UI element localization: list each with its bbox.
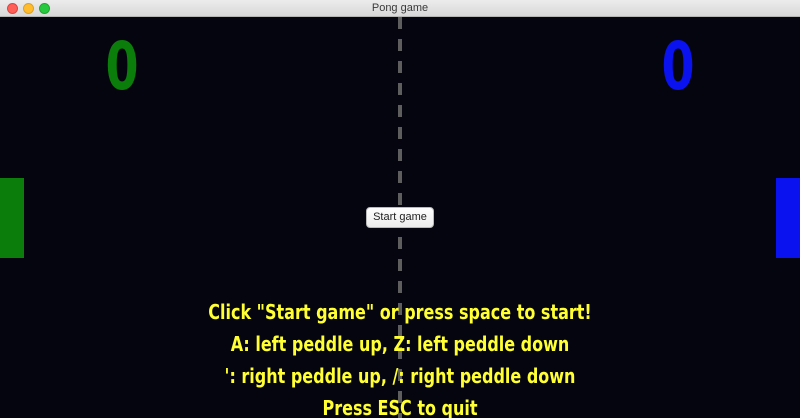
game-court: 0 0 Start game Click "Start game" or pre…	[0, 17, 800, 418]
start-game-button[interactable]: Start game	[366, 207, 434, 228]
instructions-text: Click "Start game" or press space to sta…	[0, 296, 800, 418]
window-title: Pong game	[371, 2, 429, 14]
instruction-line-quit: Press ESC to quit	[322, 396, 478, 418]
right-paddle	[776, 178, 800, 258]
right-player-score: 0	[661, 28, 695, 105]
left-player-score: 0	[105, 28, 139, 105]
instruction-line-right-controls: ': right peddle up, /: right peddle down	[224, 364, 576, 388]
instruction-line-left-controls: A: left peddle up, Z: left peddle down	[230, 332, 570, 356]
title-bar[interactable]: Pong game	[0, 0, 800, 17]
pong-window: Pong game 0 0 Start game Click "Start ga…	[0, 0, 800, 418]
left-paddle	[0, 178, 24, 258]
instruction-line-start: Click "Start game" or press space to sta…	[208, 300, 592, 324]
